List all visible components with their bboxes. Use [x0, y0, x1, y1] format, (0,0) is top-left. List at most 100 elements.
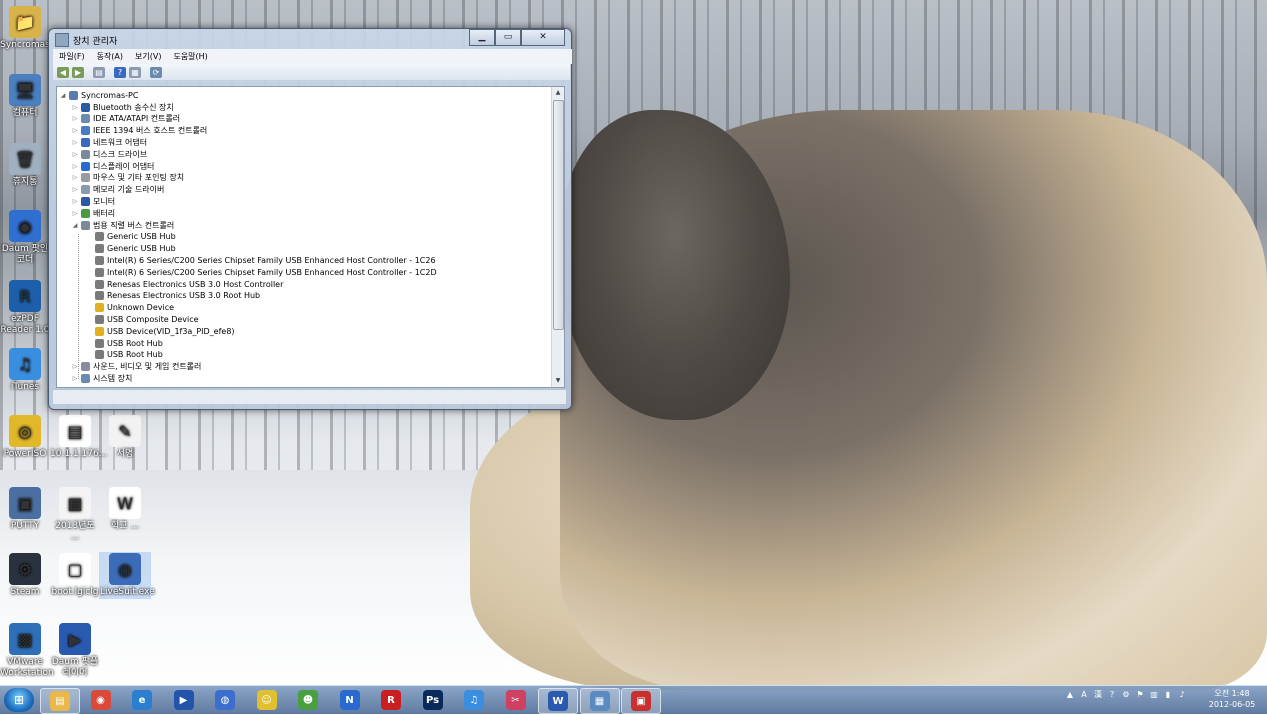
taskbar-daum-pot-encoder[interactable]: ◍ — [206, 688, 244, 712]
expand-arrow-icon[interactable]: ▷ — [71, 139, 79, 146]
scroll-thumb[interactable] — [553, 100, 564, 330]
expand-arrow-icon[interactable]: ◢ — [59, 92, 67, 99]
clock[interactable]: 오전 1:48 2012-06-05 — [1200, 688, 1264, 710]
desktop-icon[interactable]: ▣ PUTTY — [0, 487, 50, 532]
desktop-icon[interactable]: ◍ LiveSuit.exe — [99, 552, 155, 599]
expand-arrow-icon[interactable]: ▷ — [71, 115, 79, 122]
desktop-icon[interactable]: ▦ 2013년도 ... — [50, 487, 100, 543]
ime-icon[interactable]: A — [1079, 690, 1089, 700]
desktop-icon[interactable]: 🗑 휴지통 — [0, 143, 50, 188]
close-button[interactable]: ✕ — [521, 29, 565, 46]
network-icon[interactable]: ▥ — [1149, 690, 1159, 700]
scan-icon[interactable]: ⟳ — [150, 66, 162, 78]
tree-category[interactable]: ◢ 범용 직렬 버스 컨트롤러 — [71, 219, 174, 231]
tree-category[interactable]: ▷ 메모리 기술 드라이버 — [71, 184, 164, 196]
tree-usb-device[interactable]: Renesas Electronics USB 3.0 Root Hub — [85, 290, 260, 302]
expand-arrow-icon[interactable]: ▷ — [71, 151, 79, 158]
taskbar-word[interactable]: W — [538, 688, 578, 714]
start-button[interactable]: ⊞ — [4, 688, 34, 712]
volume-icon[interactable]: ♪ — [1177, 690, 1187, 700]
taskbar-frog-app[interactable]: ☻ — [289, 688, 327, 712]
taskbar-itunes[interactable]: ♫ — [455, 688, 493, 712]
tree-category[interactable]: ▷ 시스템 장치 — [71, 372, 132, 384]
help-tray-icon[interactable]: ? — [1107, 690, 1117, 700]
menu-action[interactable]: 동작(A) — [97, 51, 123, 62]
taskbar-daum-pot-player[interactable]: ▶ — [165, 688, 203, 712]
tree-category[interactable]: ▷ IDE ATA/ATAPI 컨트롤러 — [71, 113, 180, 125]
desktop-icon[interactable]: ▩ VMware Workstation — [0, 623, 54, 679]
expand-arrow-icon[interactable]: ▷ — [71, 210, 79, 217]
title-bar[interactable]: 장치 관리자 — [55, 32, 117, 48]
help-icon[interactable]: ? — [114, 66, 126, 78]
tree-category[interactable]: ▷ Bluetooth 송수신 장치 — [71, 101, 174, 113]
desktop-icon[interactable]: ▢ boot.lgiclg — [50, 553, 100, 598]
tree-usb-device[interactable]: USB Device(VID_1f3a_PID_efe8) — [85, 325, 235, 337]
tree-category[interactable]: ▷ 마우스 및 기타 포인팅 장치 — [71, 172, 184, 184]
tree-category[interactable]: ▷ 사운드, 비디오 및 게임 컨트롤러 — [71, 361, 201, 373]
tree-category[interactable]: ▷ 디스플레이 어댑터 — [71, 160, 154, 172]
tree-category[interactable]: ▷ 네트워크 어댑터 — [71, 136, 147, 148]
taskbar-ezpdf[interactable]: R — [372, 688, 410, 712]
desktop-icon[interactable]: ◉ Daum 팟인코더 — [0, 210, 50, 266]
taskbar-device-manager[interactable]: ▦ — [579, 688, 620, 714]
settings-tray-icon[interactable]: ⚙ — [1121, 690, 1131, 700]
maximize-button[interactable]: ▭ — [495, 29, 521, 46]
tree-usb-device[interactable]: Unknown Device — [85, 302, 174, 314]
tree-category[interactable]: ▷ 디스크 드라이브 — [71, 148, 147, 160]
scroll-up-icon[interactable]: ▲ — [552, 87, 564, 99]
expand-arrow-icon[interactable]: ◢ — [71, 222, 79, 229]
desktop-icon[interactable]: ✎ 서명 — [100, 415, 150, 460]
back-icon[interactable]: ◀ — [57, 66, 69, 78]
desktop-icon[interactable]: ♫ iTunes — [0, 348, 50, 393]
expand-arrow-icon[interactable]: ▷ — [71, 198, 79, 205]
tree-usb-device[interactable]: USB Root Hub — [85, 349, 163, 361]
view-icon[interactable]: ▦ — [129, 66, 141, 78]
tree-usb-device[interactable]: USB Root Hub — [85, 337, 163, 349]
battery-icon[interactable]: ▮ — [1163, 690, 1173, 700]
taskbar-explorer[interactable]: ▤ — [40, 688, 80, 714]
taskbar-nate[interactable]: N — [331, 688, 369, 712]
expand-arrow-icon[interactable]: ▷ — [71, 104, 79, 111]
tree-category[interactable]: ▷ 모니터 — [71, 195, 115, 207]
taskbar-photoshop[interactable]: Ps — [414, 688, 452, 712]
tree-usb-device[interactable]: Intel(R) 6 Series/C200 Series Chipset Fa… — [85, 266, 437, 278]
forward-icon[interactable]: ▶ — [72, 66, 84, 78]
expand-arrow-icon[interactable]: ▷ — [71, 163, 79, 170]
taskbar-internet-explorer[interactable]: e — [123, 688, 161, 712]
tree-root[interactable]: ◢ Syncromas-PC — [59, 89, 138, 101]
expand-arrow-icon[interactable]: ▷ — [71, 186, 79, 193]
flag-icon[interactable]: ⚑ — [1135, 690, 1145, 700]
desktop-icon[interactable]: ◎ PowerISO — [0, 415, 50, 460]
tree-usb-device[interactable]: Intel(R) 6 Series/C200 Series Chipset Fa… — [85, 254, 436, 266]
expand-arrow-icon[interactable]: ▷ — [71, 127, 79, 134]
scroll-down-icon[interactable]: ▼ — [552, 375, 564, 387]
properties-icon[interactable]: ▤ — [93, 66, 105, 78]
desktop-icon[interactable]: 🖥 컴퓨터 — [0, 74, 50, 119]
device-manager-window[interactable]: 장치 관리자 ▁ ▭ ✕ 파일(F) 동작(A) 보기(V) 도움말(H) ◀ … — [48, 28, 572, 410]
show-hidden-icon[interactable]: ▲ — [1065, 690, 1075, 700]
desktop-icon[interactable]: W 학교 ... — [100, 487, 150, 532]
device-tree-pane[interactable]: ◢ Syncromas-PC ▷ Bluetooth 송수신 장치 ▷ IDE ATA/A… — [56, 86, 565, 388]
desktop-icon[interactable]: RezPDF Reader 1.0 — [0, 280, 50, 336]
menu-help[interactable]: 도움말(H) — [173, 51, 207, 62]
minimize-button[interactable]: ▁ — [469, 29, 495, 46]
taskbar-chrome[interactable]: ◉ — [82, 688, 120, 712]
tree-category[interactable]: ▷ 배터리 — [71, 207, 115, 219]
hanja-icon[interactable]: 漢 — [1093, 690, 1103, 700]
taskbar-toolbox[interactable]: ▣ — [621, 688, 661, 714]
tree-usb-device[interactable]: Generic USB Hub — [85, 231, 176, 243]
tree-usb-device[interactable]: Generic USB Hub — [85, 243, 176, 255]
vertical-scrollbar[interactable]: ▲ ▼ — [551, 87, 564, 387]
desktop-icon[interactable]: 📁 Syncromas — [0, 6, 50, 51]
menu-file[interactable]: 파일(F) — [59, 51, 85, 62]
expand-arrow-icon[interactable]: ▷ — [71, 174, 79, 181]
desktop-icon[interactable]: ▶ Daum 팟플레이어 — [50, 623, 100, 679]
tree-category[interactable]: ▷ IEEE 1394 버스 호스트 컨트롤러 — [71, 125, 207, 137]
taskbar-messenger[interactable]: ☺ — [248, 688, 286, 712]
menu-view[interactable]: 보기(V) — [135, 51, 161, 62]
tree-usb-device[interactable]: USB Composite Device — [85, 313, 199, 325]
taskbar-snipping-tool[interactable]: ✂ — [497, 688, 535, 712]
tree-usb-device[interactable]: Renesas Electronics USB 3.0 Host Control… — [85, 278, 283, 290]
desktop-icon[interactable]: ▤ 10.1.1.176... — [50, 415, 107, 460]
desktop-icon[interactable]: ⚙ Steam — [0, 553, 50, 598]
